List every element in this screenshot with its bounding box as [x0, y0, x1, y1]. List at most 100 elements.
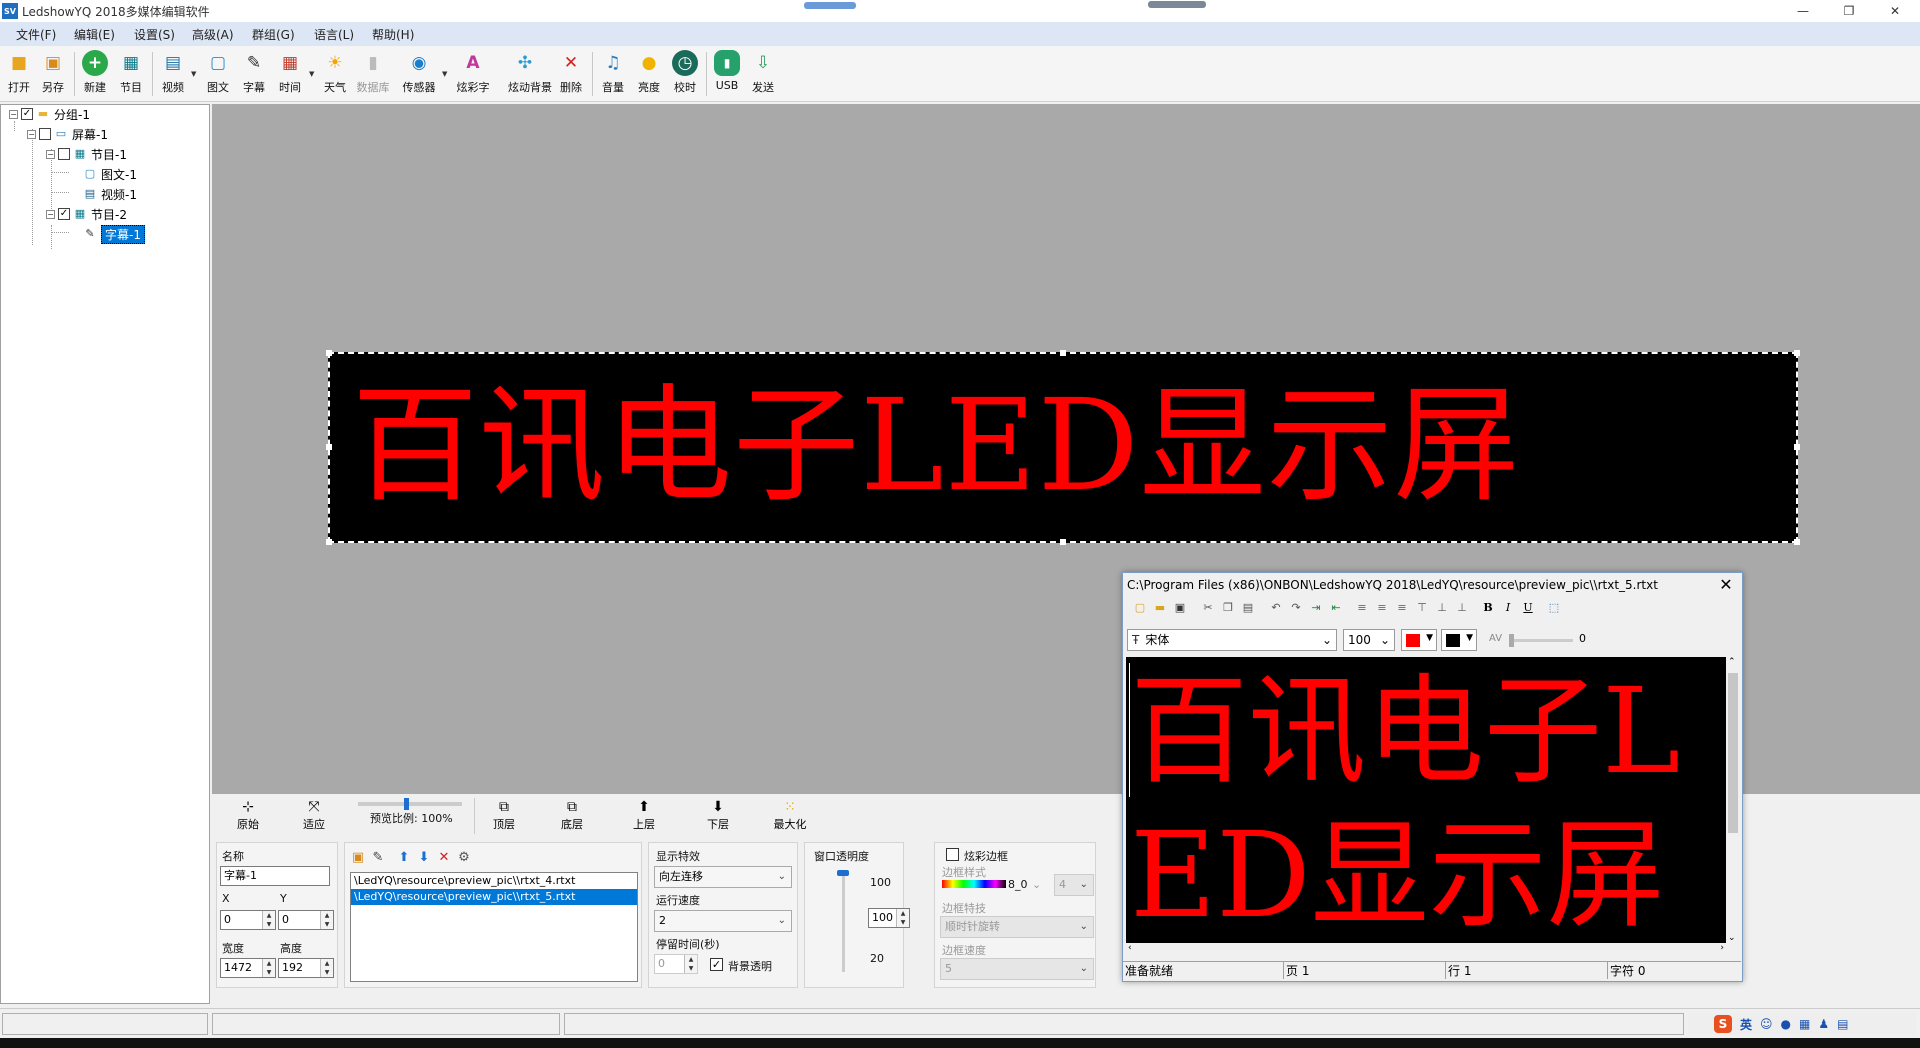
volume-button[interactable]: ♫ 音量	[596, 50, 630, 100]
border-speed-select[interactable]: 5 ⌄	[940, 958, 1094, 980]
colorful-text-button[interactable]: A 炫彩字	[456, 50, 490, 100]
resize-handle[interactable]	[1060, 539, 1066, 545]
new-doc-icon[interactable]: ▢	[1131, 599, 1149, 617]
scroll-down-icon[interactable]: ⌄	[1728, 933, 1736, 943]
collapse-icon[interactable]: −	[46, 209, 55, 219]
sensor-dropdown-icon[interactable]: ▼	[442, 70, 447, 78]
menu-settings[interactable]: 设置(S)	[134, 26, 175, 43]
opacity-slider-thumb[interactable]	[837, 870, 849, 876]
spin-arrows-icon[interactable]: ▲ ▼	[684, 955, 697, 973]
editor-horizontal-scrollbar[interactable]: ‹ ›	[1126, 943, 1726, 957]
program2-checkbox[interactable]: ✓	[58, 208, 70, 220]
height-field[interactable]: 192 ▲ ▼	[278, 958, 334, 978]
spin-arrows-icon[interactable]: ▲ ▼	[262, 959, 275, 977]
italic-icon[interactable]: I	[1499, 599, 1517, 617]
arrow-up-icon[interactable]: ⬆	[396, 850, 412, 866]
top-layer-button[interactable]: ⧉ 顶层	[482, 798, 526, 832]
paste-icon[interactable]: ▤	[1239, 599, 1257, 617]
redo-icon[interactable]: ↷	[1287, 599, 1305, 617]
align-center-icon[interactable]: ≡	[1373, 599, 1391, 617]
cut-icon[interactable]: ✂	[1199, 599, 1217, 617]
time-dropdown-icon[interactable]: ▼	[309, 70, 314, 78]
close-button[interactable]: ✕	[1872, 0, 1918, 22]
underline-icon[interactable]: U	[1519, 599, 1537, 617]
indent-icon[interactable]: ⇥	[1307, 599, 1325, 617]
name-field[interactable]: 字幕-1	[220, 866, 330, 886]
minimize-button[interactable]: —	[1780, 0, 1826, 22]
resize-handle[interactable]	[1794, 350, 1800, 356]
scroll-thumb[interactable]	[1728, 673, 1738, 833]
resize-handle[interactable]	[1794, 444, 1800, 450]
menu-group[interactable]: 群组(G)	[252, 26, 295, 43]
saveas-button[interactable]: ▣ 另存	[36, 50, 70, 100]
timing-button[interactable]: ◷ 校时	[668, 50, 702, 100]
open-folder-icon[interactable]: ▬	[1151, 599, 1169, 617]
border-effect-select[interactable]: 顺时针旋转 ⌄	[940, 916, 1094, 938]
spin-arrows-icon[interactable]: ▲ ▼	[320, 911, 333, 929]
spin-arrows-icon[interactable]: ▲ ▼	[262, 911, 275, 929]
original-size-button[interactable]: ⊹ 原始	[226, 798, 270, 832]
align-left-icon[interactable]: ≡	[1353, 599, 1371, 617]
resize-handle[interactable]	[1794, 539, 1800, 545]
maximize-layer-button[interactable]: ⁙ 最大化	[768, 798, 812, 832]
program1-checkbox[interactable]	[58, 148, 70, 160]
editor-close-button[interactable]: ✕	[1714, 575, 1738, 595]
opacity-field[interactable]: 100 ▲ ▼	[868, 908, 910, 928]
open-file-icon[interactable]: ▣	[350, 850, 366, 866]
stay-time-field[interactable]: 0 ▲ ▼	[654, 954, 698, 974]
y-field[interactable]: 0 ▲ ▼	[278, 910, 334, 930]
select-all-icon[interactable]: ⬚	[1545, 599, 1563, 617]
group-checkbox[interactable]: ✓	[21, 108, 33, 120]
file-list[interactable]: \LedYQ\resource\preview_pic\\rtxt_4.rtxt…	[350, 872, 638, 982]
undo-icon[interactable]: ↶	[1267, 599, 1285, 617]
bold-icon[interactable]: B	[1479, 599, 1497, 617]
outdent-icon[interactable]: ⇤	[1327, 599, 1345, 617]
tree-node-program2[interactable]: − ✓ ▦ 节目-2	[46, 205, 127, 223]
text-color-button[interactable]: ▼	[1401, 629, 1437, 651]
arrow-down-icon[interactable]: ⬇	[416, 850, 432, 866]
spin-arrows-icon[interactable]: ▲ ▼	[320, 959, 333, 977]
screen-checkbox[interactable]	[39, 128, 51, 140]
effect-select[interactable]: 向左连移 ⌄	[654, 866, 792, 888]
zoom-slider[interactable]	[358, 798, 462, 810]
align-bottom-icon[interactable]: ⊥	[1453, 599, 1471, 617]
colorful-border-checkbox[interactable]	[946, 848, 959, 861]
border-width-select[interactable]: 4 ⌄	[1054, 874, 1094, 896]
program-button[interactable]: ▦ 节目	[114, 50, 148, 100]
led-subtitle-area[interactable]: 百讯电子LED显示屏	[326, 350, 1800, 545]
chevron-down-icon[interactable]: ⌄	[1032, 878, 1041, 891]
collapse-icon[interactable]: −	[46, 149, 55, 159]
ime-lang-label[interactable]: 英	[1740, 1016, 1752, 1033]
microphone-icon[interactable]: ●	[1781, 1017, 1791, 1031]
weather-button[interactable]: ☀ 天气	[318, 50, 352, 100]
resize-handle[interactable]	[326, 350, 332, 356]
restore-button[interactable]: ❐	[1826, 0, 1872, 22]
send-button[interactable]: ⇩ 发送	[746, 50, 780, 100]
tree-node-group[interactable]: − ✓ ▬ 分组-1	[9, 105, 90, 123]
video-button[interactable]: ▤ 视频	[156, 50, 190, 100]
shirt-icon[interactable]: ▤	[1837, 1017, 1848, 1031]
tree-node-picture[interactable]: ▢ 图文-1	[83, 165, 137, 183]
tree-node-subtitle[interactable]: ✎ 字幕-1	[83, 224, 145, 244]
subtitle-button[interactable]: ✎ 字幕	[237, 50, 271, 100]
usb-button[interactable]: ▮ USB	[710, 50, 744, 100]
align-middle-icon[interactable]: ⊥	[1433, 599, 1451, 617]
new-button[interactable]: + 新建	[78, 50, 112, 100]
font-size-select[interactable]: 100 ⌄	[1343, 629, 1395, 651]
x-field[interactable]: 0 ▲ ▼	[220, 910, 276, 930]
open-button[interactable]: ■ 打开	[2, 50, 36, 100]
video-dropdown-icon[interactable]: ▼	[191, 70, 196, 78]
align-right-icon[interactable]: ≡	[1393, 599, 1411, 617]
tree-node-video[interactable]: ▤ 视频-1	[83, 185, 137, 203]
layer-down-button[interactable]: ⬇ 下层	[696, 798, 740, 832]
copy-icon[interactable]: ❐	[1219, 599, 1237, 617]
menu-advanced[interactable]: 高级(A)	[192, 26, 234, 43]
spin-arrows-icon[interactable]: ▲ ▼	[896, 909, 909, 927]
resize-handle[interactable]	[326, 539, 332, 545]
editor-vertical-scrollbar[interactable]: ⌃ ⌄	[1726, 657, 1740, 943]
font-select[interactable]: Ŧ 宋体 ⌄	[1127, 629, 1337, 651]
width-field[interactable]: 1472 ▲ ▼	[220, 958, 276, 978]
scroll-up-icon[interactable]: ⌃	[1728, 657, 1736, 667]
menu-language[interactable]: 语言(L)	[314, 26, 354, 43]
opacity-slider-track[interactable]	[842, 872, 845, 972]
